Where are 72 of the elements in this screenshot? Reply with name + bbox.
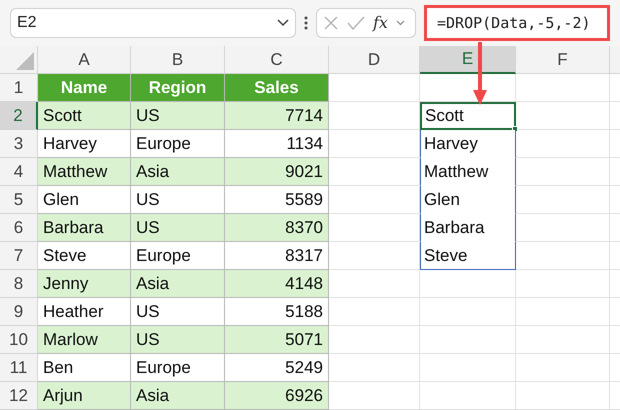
row-header[interactable]: 1 xyxy=(0,74,38,102)
column-header[interactable]: F xyxy=(516,46,610,74)
cancel-icon[interactable] xyxy=(323,15,339,31)
spill-cell: Steve xyxy=(420,242,516,270)
table-cell: 8317 xyxy=(225,242,329,270)
spill-cell: Barbara xyxy=(420,214,516,242)
name-box[interactable]: E2 xyxy=(10,8,296,38)
table-cell: Glen xyxy=(38,186,131,214)
table-cell: US xyxy=(131,102,225,130)
row-header[interactable]: 12 xyxy=(0,382,38,410)
table-cell: Barbara xyxy=(38,214,131,242)
column-header[interactable]: A xyxy=(38,46,131,74)
table-cell: 5188 xyxy=(225,298,329,326)
column-header[interactable]: B xyxy=(131,46,225,74)
table-cell: US xyxy=(131,214,225,242)
row-header[interactable]: 5 xyxy=(0,186,38,214)
column-header[interactable]: D xyxy=(329,46,420,74)
formula-text: =DROP(Data,-5,-2) xyxy=(437,12,591,34)
table-cell: 7714 xyxy=(225,102,329,130)
spill-cell: Scott xyxy=(420,102,516,130)
table-cell: US xyxy=(131,326,225,354)
table-cell: Arjun xyxy=(38,382,131,410)
row-header[interactable]: 3 xyxy=(0,130,38,158)
table-cell: Asia xyxy=(131,382,225,410)
spill-cell: Harvey xyxy=(420,130,516,158)
row-header[interactable]: 2 xyxy=(0,102,38,130)
table-cell: US xyxy=(131,186,225,214)
spill-cell: Glen xyxy=(420,186,516,214)
table-cell: US xyxy=(131,298,225,326)
table-cell: 1134 xyxy=(225,130,329,158)
select-all-icon[interactable] xyxy=(16,52,34,70)
table-cell: 4148 xyxy=(225,270,329,298)
chevron-down-icon xyxy=(277,19,289,27)
insert-function-button[interactable]: fx xyxy=(373,11,388,35)
column-header[interactable]: C xyxy=(225,46,329,74)
formula-field[interactable]: =DROP(Data,-5,-2) xyxy=(424,5,610,41)
row-header[interactable]: 9 xyxy=(0,298,38,326)
row-header[interactable]: 7 xyxy=(0,242,38,270)
column-heading: Name xyxy=(38,74,131,102)
table-cell: Europe xyxy=(131,130,225,158)
column-heading: Sales xyxy=(225,74,329,102)
table-cell: Steve xyxy=(38,242,131,270)
spill-cell: Matthew xyxy=(420,158,516,186)
table-cell: 5249 xyxy=(225,354,329,382)
row-header[interactable]: 4 xyxy=(0,158,38,186)
table-cell: Asia xyxy=(131,158,225,186)
row-header[interactable]: 10 xyxy=(0,326,38,354)
row-header[interactable]: 11 xyxy=(0,354,38,382)
table-cell: Europe xyxy=(131,354,225,382)
row-header[interactable]: 6 xyxy=(0,214,38,242)
row-header[interactable]: 8 xyxy=(0,270,38,298)
table-cell: Heather xyxy=(38,298,131,326)
table-cell: Harvey xyxy=(38,130,131,158)
cell-reference: E2 xyxy=(17,13,37,33)
arrow-annotation xyxy=(472,42,488,106)
checkmark-icon[interactable] xyxy=(347,15,365,31)
chevron-down-icon xyxy=(396,20,405,26)
table-cell: 5589 xyxy=(225,186,329,214)
table-cell: Europe xyxy=(131,242,225,270)
table-cell: 8370 xyxy=(225,214,329,242)
column-header[interactable]: E xyxy=(420,46,516,74)
table-cell: Asia xyxy=(131,270,225,298)
table-cell: Matthew xyxy=(38,158,131,186)
table-cell: 5071 xyxy=(225,326,329,354)
table-cell: Scott xyxy=(38,102,131,130)
table-cell: Ben xyxy=(38,354,131,382)
table-cell: 6926 xyxy=(225,382,329,410)
more-options-icon[interactable] xyxy=(304,16,308,30)
table-cell: 9021 xyxy=(225,158,329,186)
table-cell: Marlow xyxy=(38,326,131,354)
column-heading: Region xyxy=(131,74,225,102)
table-cell: Jenny xyxy=(38,270,131,298)
